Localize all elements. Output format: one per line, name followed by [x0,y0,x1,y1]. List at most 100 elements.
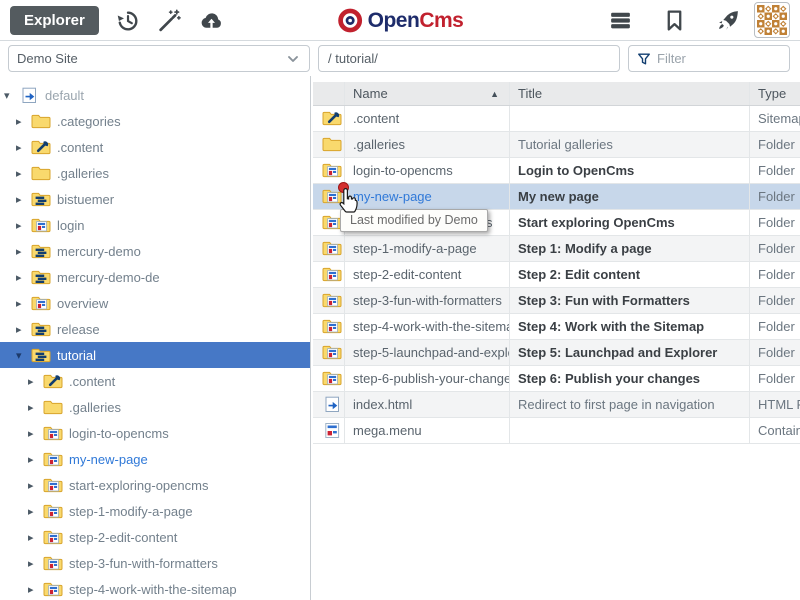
expand-arrow-icon[interactable]: ▸ [16,323,29,336]
expand-arrow-icon[interactable]: ▸ [28,375,41,388]
tree-item-default[interactable]: ▾default [0,82,310,108]
folder-wrench-icon [43,373,63,390]
expand-arrow-icon[interactable]: ▸ [16,245,29,258]
tree-item-.galleries[interactable]: ▸.galleries [0,394,310,420]
collapse-arrow-icon[interactable]: ▾ [16,349,29,362]
folder-page-icon [43,477,63,494]
cell-icon [313,288,345,313]
tree-item-bistuemer[interactable]: ▸bistuemer [0,186,310,212]
column-header-icon[interactable] [313,82,345,105]
expand-arrow-icon[interactable]: ▸ [28,583,41,596]
expand-arrow-icon[interactable]: ▸ [28,427,41,440]
expand-arrow-icon[interactable]: ▸ [16,193,29,206]
table-row-step-1-modify-a-page[interactable]: step-1-modify-a-pageStep 1: Modify a pag… [313,236,800,262]
toolbar-right-group [592,2,790,38]
cell-type: Folder [750,366,800,391]
tree-item-.content[interactable]: ▸.content [0,368,310,394]
tree-item-my-new-page[interactable]: ▸my-new-page [0,446,310,472]
tree-item-release[interactable]: ▸release [0,316,310,342]
filter-input[interactable] [657,51,781,66]
cell-name[interactable]: step-3-fun-with-formatters [345,288,510,313]
table-row-step-2-edit-content[interactable]: step-2-edit-contentStep 2: Edit contentF… [313,262,800,288]
folder-wrench-icon [322,110,342,127]
tree-item-.galleries[interactable]: ▸.galleries [0,160,310,186]
cell-title: Step 5: Launchpad and Explorer [510,340,750,365]
cell-type: Folder [750,158,800,183]
user-identicon[interactable] [754,2,790,38]
tree-item-mercury-demo[interactable]: ▸mercury-demo [0,238,310,264]
wand-icon[interactable] [156,7,183,34]
upload-icon[interactable] [198,7,225,34]
table-row-index.html[interactable]: index.htmlRedirect to first page in navi… [313,392,800,418]
tree-item-step-2-edit-content[interactable]: ▸step-2-edit-content [0,524,310,550]
cell-name[interactable]: step-4-work-with-the-sitemap [345,314,510,339]
menu-icon[interactable] [607,7,634,34]
opencms-logo: OpenCms [337,0,464,41]
rocket-icon[interactable] [715,7,742,34]
expand-arrow-icon[interactable]: ▸ [16,167,29,180]
expand-arrow-icon[interactable]: ▸ [28,479,41,492]
table-row-.content[interactable]: .content Sitemap configuration [313,106,800,132]
table-row-step-6-publish-your-changes[interactable]: step-6-publish-your-changesStep 6: Publi… [313,366,800,392]
folder-icon [31,113,51,130]
explorer-button[interactable]: Explorer [10,6,99,35]
expand-arrow-icon[interactable]: ▸ [16,141,29,154]
table-row-step-3-fun-with-formatters[interactable]: step-3-fun-with-formattersStep 3: Fun wi… [313,288,800,314]
path-input[interactable] [318,45,620,72]
site-select-value: Demo Site [17,51,78,66]
folder-page-icon [322,162,342,179]
column-header-name[interactable]: Name ▲ [345,82,510,105]
cell-type: Container page [750,418,800,443]
expand-arrow-icon[interactable]: ▸ [28,505,41,518]
collapse-arrow-icon[interactable]: ▾ [4,89,17,102]
cell-name[interactable]: step-2-edit-content [345,262,510,287]
folder-page-icon [322,214,342,231]
expand-arrow-icon[interactable]: ▸ [16,297,29,310]
tree-item-label: mercury-demo-de [57,270,160,285]
expand-arrow-icon[interactable]: ▸ [16,115,29,128]
tree-item-.content[interactable]: ▸ .content [0,134,310,160]
expand-arrow-icon[interactable]: ▸ [16,219,29,232]
cell-name[interactable]: .content [345,106,510,131]
tree-item-tutorial[interactable]: ▾tutorial [0,342,310,368]
tree-item-overview[interactable]: ▸overview [0,290,310,316]
tree-item-step-4-work-with-the-sitemap[interactable]: ▸step-4-work-with-the-sitemap [0,576,310,600]
cell-name[interactable]: my-new-page [345,184,510,209]
bookmark-icon[interactable] [661,7,688,34]
table-row-my-new-page[interactable]: my-new-pageMy new pageFolder [313,184,800,210]
tree-item-.categories[interactable]: ▸ .categories [0,108,310,134]
table-row-step-5-launchpad-and-explorer[interactable]: step-5-launchpad-and-explorerStep 5: Lau… [313,340,800,366]
tree-item-label: .categories [57,114,121,129]
tree-item-step-1-modify-a-page[interactable]: ▸step-1-modify-a-page [0,498,310,524]
table-row-.galleries[interactable]: .galleriesTutorial galleriesFolder [313,132,800,158]
tree-item-login-to-opencms[interactable]: ▸login-to-opencms [0,420,310,446]
cell-name[interactable]: mega.menu [345,418,510,443]
cell-name[interactable]: login-to-opencms [345,158,510,183]
column-header-title[interactable]: Title [510,82,750,105]
cell-name[interactable]: step-1-modify-a-page [345,236,510,261]
expand-arrow-icon[interactable]: ▸ [28,453,41,466]
table-row-step-4-work-with-the-sitemap[interactable]: step-4-work-with-the-sitemapStep 4: Work… [313,314,800,340]
cell-name[interactable]: step-6-publish-your-changes [345,366,510,391]
expand-arrow-icon[interactable]: ▸ [28,401,41,414]
cell-name[interactable]: .galleries [345,132,510,157]
expand-arrow-icon[interactable]: ▸ [16,271,29,284]
cell-name[interactable]: index.html [345,392,510,417]
expand-arrow-icon[interactable]: ▸ [28,531,41,544]
history-icon[interactable] [114,7,141,34]
tree-item-login[interactable]: ▸login [0,212,310,238]
tree-item-start-exploring-opencms[interactable]: ▸start-exploring-opencms [0,472,310,498]
tree-item-mercury-demo-de[interactable]: ▸ mercury-demo-de [0,264,310,290]
tree-item-label: .content [57,140,103,155]
folder-page-icon [31,217,51,234]
table-row-login-to-opencms[interactable]: login-to-opencmsLogin to OpenCmsFolder [313,158,800,184]
resource-table-area: Name ▲ Title Type .content Sitemap config… [311,76,800,600]
cell-type: Sitemap configuration [750,106,800,131]
filter-box [628,45,790,72]
tree-item-step-3-fun-with-formatters[interactable]: ▸step-3-fun-with-formatters [0,550,310,576]
cell-name[interactable]: step-5-launchpad-and-explorer [345,340,510,365]
column-header-type[interactable]: Type [750,82,800,105]
table-row-mega.menu[interactable]: mega.menu Container page [313,418,800,444]
site-select[interactable]: Demo Site [8,45,310,72]
expand-arrow-icon[interactable]: ▸ [28,557,41,570]
